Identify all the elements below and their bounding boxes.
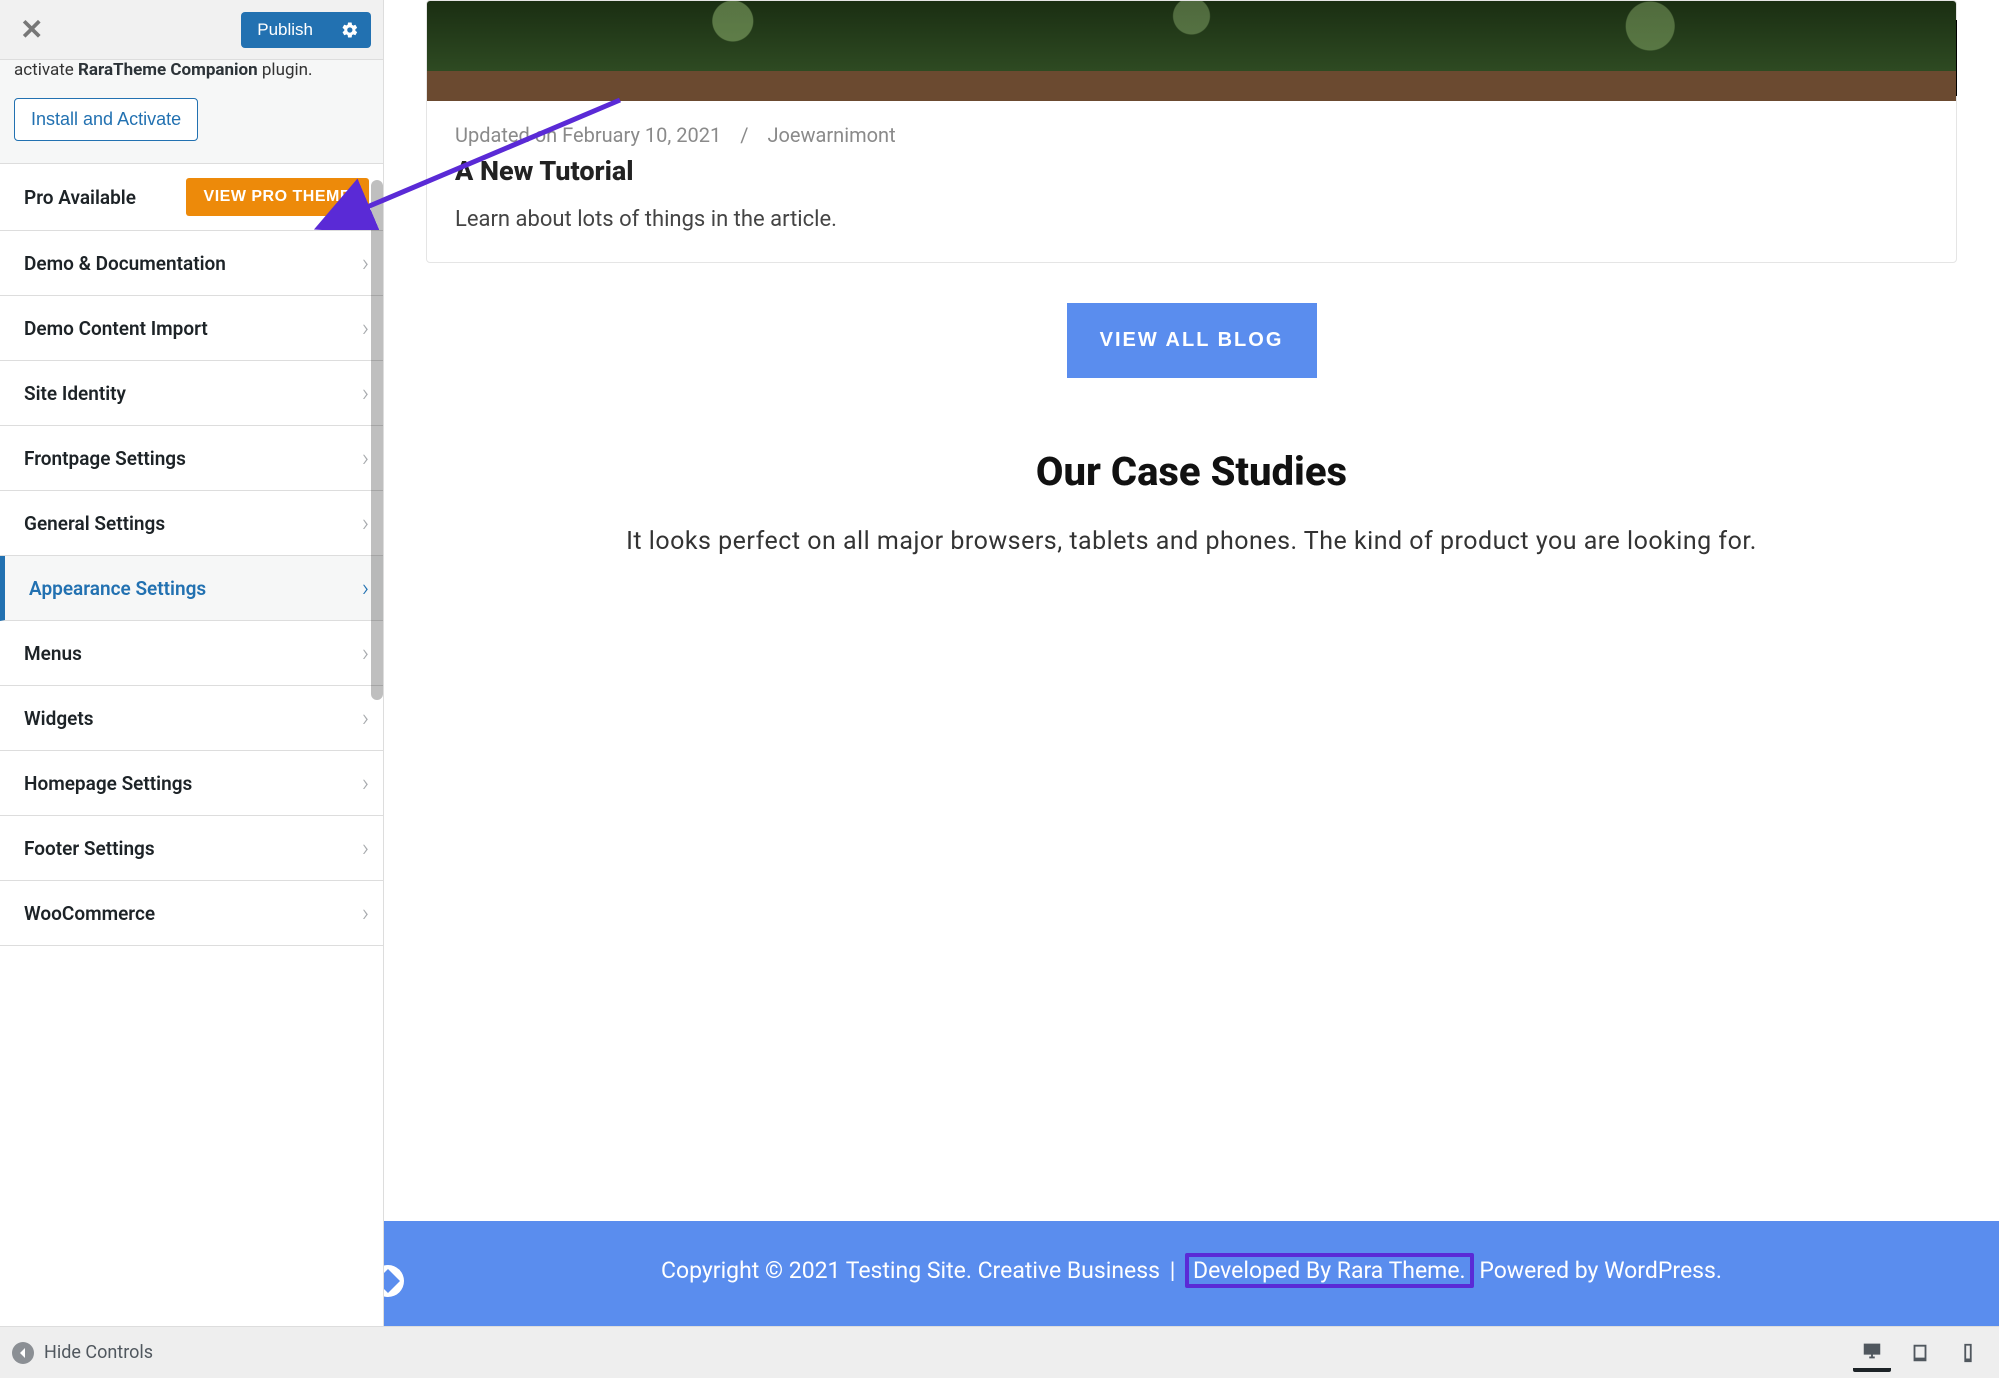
install-activate-button[interactable]: Install and Activate — [14, 98, 198, 141]
hide-controls-label: Hide Controls — [44, 1342, 153, 1363]
sidebar-topbar: ✕ Publish — [0, 0, 383, 60]
pro-available-row: Pro Available VIEW PRO THEME — [0, 164, 383, 231]
site-preview: Updated on February 10, 2021 / Joewarnim… — [384, 0, 1999, 1326]
menu-footer-settings[interactable]: Footer Settings › — [0, 816, 383, 881]
site-footer: Copyright © 2021 Testing Site. Creative … — [384, 1221, 1999, 1326]
publish-button[interactable]: Publish — [241, 12, 329, 48]
chevron-right-icon: › — [362, 899, 369, 927]
menu-woocommerce[interactable]: WooCommerce › — [0, 881, 383, 946]
chevron-right-icon: › — [362, 314, 369, 342]
desktop-icon — [1861, 1340, 1883, 1362]
edit-shortcut-icon[interactable] — [384, 1265, 404, 1297]
menu-label: Site Identity — [24, 382, 126, 405]
post-excerpt: Learn about lots of things in the articl… — [455, 207, 1928, 232]
device-desktop-button[interactable] — [1853, 1334, 1891, 1372]
close-button[interactable]: ✕ — [20, 13, 43, 46]
menu-general-settings[interactable]: General Settings › — [0, 491, 383, 556]
hide-controls-button[interactable]: Hide Controls — [12, 1342, 153, 1364]
menu-appearance-settings[interactable]: Appearance Settings › — [0, 556, 383, 621]
menu-label: Demo Content Import — [24, 317, 208, 340]
footer-developed-by[interactable]: Developed By Rara Theme. — [1185, 1253, 1474, 1288]
customizer-bottom-bar: Hide Controls — [0, 1326, 1999, 1378]
menu-demo-content-import[interactable]: Demo Content Import › — [0, 296, 383, 361]
publish-settings-button[interactable] — [329, 12, 371, 48]
sidebar-scrollbar[interactable] — [371, 180, 383, 700]
view-pro-theme-button[interactable]: VIEW PRO THEME — [186, 178, 369, 216]
chevron-right-icon: › — [362, 639, 369, 667]
menu-widgets[interactable]: Widgets › — [0, 686, 383, 751]
blog-post-card: Updated on February 10, 2021 / Joewarnim… — [426, 0, 1957, 263]
chevron-right-icon: › — [362, 509, 369, 537]
chevron-right-icon: › — [362, 704, 369, 732]
notice-plugin-name: RaraTheme Companion — [78, 60, 258, 80]
device-mobile-button[interactable] — [1949, 1334, 1987, 1372]
footer-copyright: Copyright © 2021 Testing Site. Creative … — [661, 1257, 1166, 1284]
menu-label: Footer Settings — [24, 837, 155, 860]
plugin-notice: activate RaraTheme Companion plugin. Ins… — [0, 60, 383, 164]
post-title[interactable]: A New Tutorial — [455, 155, 1928, 187]
menu-label: Homepage Settings — [24, 772, 192, 795]
chevron-right-icon: › — [362, 444, 369, 472]
post-featured-image — [427, 1, 1956, 101]
menu-homepage-settings[interactable]: Homepage Settings › — [0, 751, 383, 816]
menu-label: General Settings — [24, 512, 165, 535]
footer-pipe: | — [1170, 1257, 1176, 1284]
menu-site-identity[interactable]: Site Identity › — [0, 361, 383, 426]
post-author[interactable]: Joewarnimont — [767, 123, 895, 147]
view-all-blog-button[interactable]: VIEW ALL BLOG — [1067, 303, 1317, 378]
gear-icon — [341, 21, 359, 39]
notice-suffix: plugin. — [258, 60, 313, 80]
customizer-sidebar: ✕ Publish activate RaraTheme Companion p… — [0, 0, 384, 1326]
footer-powered-by: Powered by WordPress. — [1479, 1257, 1722, 1284]
collapse-icon — [12, 1342, 34, 1364]
post-meta: Updated on February 10, 2021 / Joewarnim… — [455, 123, 1928, 147]
menu-menus[interactable]: Menus › — [0, 621, 383, 686]
menu-demo-documentation[interactable]: Demo & Documentation › — [0, 231, 383, 296]
mobile-icon — [1957, 1342, 1979, 1364]
menu-label: Widgets — [24, 707, 94, 730]
meta-separator: / — [740, 123, 748, 147]
pro-available-label: Pro Available — [24, 186, 136, 209]
post-date: Updated on February 10, 2021 — [455, 123, 721, 147]
case-studies-section: Our Case Studies It looks perfect on all… — [416, 438, 1967, 624]
notice-prefix: activate — [14, 60, 78, 80]
menu-label: WooCommerce — [24, 902, 155, 925]
case-studies-subtitle: It looks perfect on all major browsers, … — [456, 519, 1927, 564]
menu-label: Demo & Documentation — [24, 252, 226, 275]
case-studies-title: Our Case Studies — [456, 448, 1927, 495]
chevron-right-icon: › — [362, 834, 369, 862]
menu-label: Appearance Settings — [29, 577, 206, 600]
menu-label: Frontpage Settings — [24, 447, 186, 470]
device-tablet-button[interactable] — [1901, 1334, 1939, 1372]
tablet-icon — [1909, 1342, 1931, 1364]
chevron-right-icon: › — [362, 574, 369, 602]
menu-frontpage-settings[interactable]: Frontpage Settings › — [0, 426, 383, 491]
chevron-right-icon: › — [362, 379, 369, 407]
chevron-right-icon: › — [362, 249, 369, 277]
menu-label: Menus — [24, 642, 82, 665]
publish-group: Publish — [241, 12, 371, 48]
chevron-right-icon: › — [362, 769, 369, 797]
